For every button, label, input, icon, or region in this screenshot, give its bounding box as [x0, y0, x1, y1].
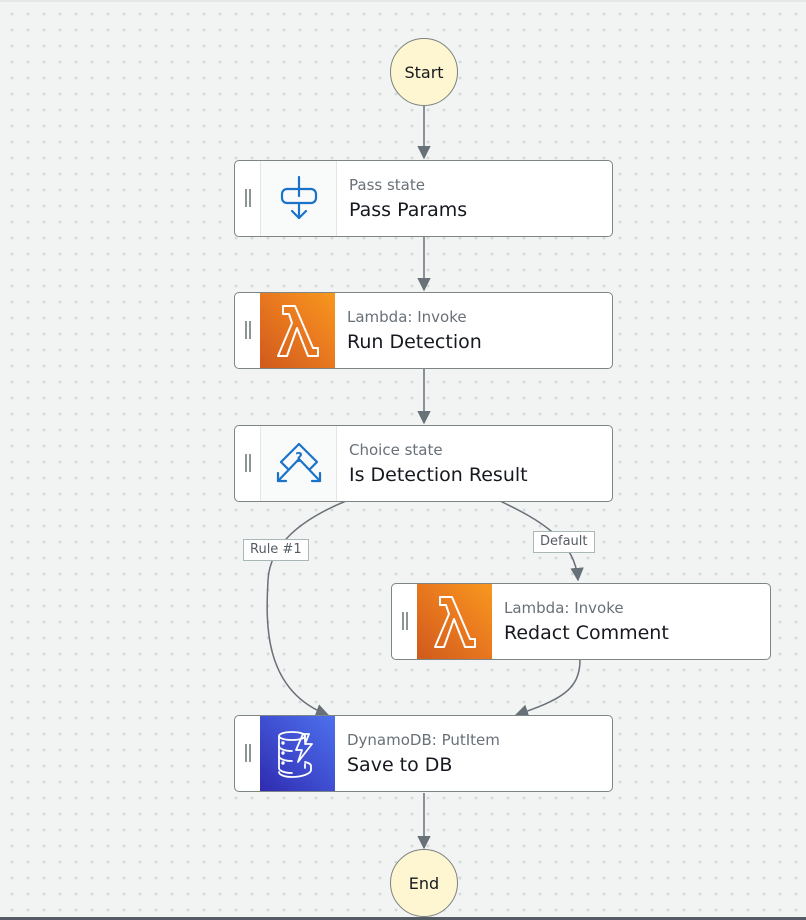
state-is-detection-result[interactable]: ? Choice state Is Detection Result [234, 425, 613, 502]
drag-handle[interactable] [235, 293, 260, 368]
state-name: Redact Comment [504, 621, 669, 644]
start-label: Start [404, 62, 444, 82]
state-type: Lambda: Invoke [347, 307, 467, 326]
edge-label-rule1[interactable]: Rule #1 [243, 539, 309, 561]
svg-text:?: ? [295, 451, 303, 466]
state-type: Pass state [349, 175, 425, 194]
state-name: Save to DB [347, 753, 453, 776]
state-type: Choice state [349, 440, 443, 459]
state-pass-params[interactable]: Pass state Pass Params [234, 160, 613, 237]
state-name: Run Detection [347, 330, 482, 353]
edge-label-default[interactable]: Default [533, 531, 595, 553]
state-redact-comment[interactable]: Lambda: Invoke Redact Comment [391, 583, 771, 660]
state-run-detection[interactable]: Lambda: Invoke Run Detection [234, 292, 613, 369]
end-node[interactable]: End [390, 849, 458, 917]
end-label: End [408, 873, 440, 893]
pass-state-icon [260, 161, 337, 236]
choice-state-icon: ? [260, 426, 337, 501]
drag-handle[interactable] [235, 161, 260, 236]
dynamodb-icon [260, 716, 335, 791]
start-node[interactable]: Start [390, 38, 458, 106]
state-save-to-db[interactable]: DynamoDB: PutItem Save to DB [234, 715, 613, 792]
drag-handle[interactable] [392, 584, 417, 659]
state-name: Is Detection Result [349, 463, 528, 486]
state-type: DynamoDB: PutItem [347, 730, 500, 749]
state-name: Pass Params [349, 198, 468, 221]
drag-handle[interactable] [235, 426, 260, 501]
lambda-icon [260, 293, 335, 368]
state-type: Lambda: Invoke [504, 598, 624, 617]
drag-handle[interactable] [235, 716, 260, 791]
lambda-icon [417, 584, 492, 659]
